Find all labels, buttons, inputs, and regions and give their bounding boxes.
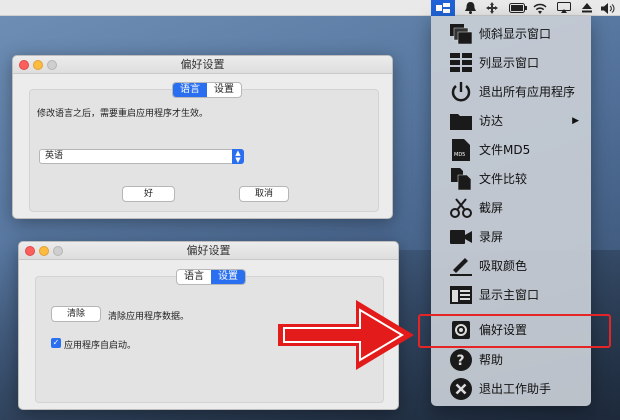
menu-item-quit-all[interactable]: 退出所有应用程序 bbox=[431, 77, 591, 106]
close-icon[interactable] bbox=[19, 60, 29, 70]
menu-item-label: 退出所有应用程序 bbox=[479, 85, 576, 99]
help-icon: ? bbox=[450, 348, 472, 371]
menu-bar bbox=[0, 0, 620, 16]
window-title: 偏好设置 bbox=[180, 58, 225, 71]
preferences-window-language: 偏好设置 语言 设置 修改语言之后，需要重启应用程序才生效。 英语 ▲ ▼ 好 取… bbox=[12, 55, 393, 219]
tab-switcher: 语言 设置 bbox=[172, 82, 242, 98]
menu-item-label: 截屏 bbox=[479, 201, 504, 215]
md5-file-icon: MD5 bbox=[450, 138, 472, 161]
menu-item-label: 文件比较 bbox=[479, 172, 528, 186]
menu-item-file-compare[interactable]: 文件比较 bbox=[431, 164, 591, 193]
cancel-button[interactable]: 取消 bbox=[239, 186, 289, 202]
clear-button[interactable]: 清除 bbox=[51, 306, 101, 322]
volume-icon[interactable] bbox=[600, 0, 618, 16]
menu-item-column-windows[interactable]: 列显示窗口 bbox=[431, 48, 591, 77]
svg-text:?: ? bbox=[457, 353, 465, 369]
clear-description: 清除应用程序数据。 bbox=[108, 312, 190, 322]
menu-item-label: 帮助 bbox=[479, 353, 504, 367]
menu-item-label: 倾斜显示窗口 bbox=[479, 27, 552, 41]
menu-item-finder[interactable]: 访达 ▶ bbox=[431, 106, 591, 135]
video-camera-icon bbox=[450, 226, 472, 248]
menu-item-label: 退出工作助手 bbox=[479, 382, 552, 396]
menu-item-pick-color[interactable]: 吸取颜色 bbox=[431, 251, 591, 280]
menu-item-screen-record[interactable]: 录屏 bbox=[431, 222, 591, 251]
menu-item-file-md5[interactable]: MD5 文件MD5 bbox=[431, 135, 591, 164]
restart-notice: 修改语言之后，需要重启应用程序才生效。 bbox=[37, 109, 209, 119]
menu-item-tilt-windows[interactable]: 倾斜显示窗口 bbox=[431, 19, 591, 48]
minimize-icon[interactable] bbox=[39, 246, 49, 256]
menu-item-label: 访达 bbox=[479, 114, 504, 128]
menu-item-help[interactable]: ? 帮助 bbox=[431, 345, 591, 374]
tab-settings[interactable]: 设置 bbox=[211, 270, 245, 284]
scissors-icon bbox=[450, 197, 472, 219]
annotation-arrow bbox=[278, 300, 414, 370]
autostart-label: 应用程序自启动。 bbox=[64, 341, 137, 351]
window-titlebar: 偏好设置 bbox=[13, 56, 392, 74]
tab-language[interactable]: 语言 bbox=[173, 83, 207, 97]
app-menu-icon[interactable] bbox=[431, 0, 455, 16]
main-window-icon bbox=[450, 284, 472, 306]
quit-icon bbox=[450, 377, 472, 400]
window-controls bbox=[19, 60, 57, 70]
submenu-arrow-icon: ▶ bbox=[572, 115, 579, 126]
wifi-icon[interactable] bbox=[532, 0, 548, 16]
bell-icon[interactable] bbox=[462, 0, 478, 16]
minimize-icon[interactable] bbox=[33, 60, 43, 70]
language-select[interactable]: 英语 ▲ ▼ bbox=[39, 149, 244, 164]
chevron-updown-icon: ▲ ▼ bbox=[232, 149, 244, 164]
language-select-value: 英语 bbox=[45, 151, 64, 161]
close-icon[interactable] bbox=[25, 246, 35, 256]
move-icon[interactable] bbox=[484, 0, 500, 16]
tilted-windows-icon bbox=[450, 23, 472, 45]
column-windows-icon bbox=[450, 52, 472, 74]
menu-item-label: 录屏 bbox=[479, 230, 504, 244]
folder-icon bbox=[450, 110, 472, 132]
menu-item-quit-assistant[interactable]: 退出工作助手 bbox=[431, 374, 591, 403]
menu-item-label: 列显示窗口 bbox=[479, 56, 540, 70]
tab-language[interactable]: 语言 bbox=[177, 270, 211, 284]
power-icon bbox=[450, 81, 472, 103]
zoom-icon[interactable] bbox=[53, 246, 63, 256]
tab-switcher: 语言 设置 bbox=[176, 269, 246, 285]
menu-item-label: 文件MD5 bbox=[479, 143, 531, 157]
window-controls bbox=[25, 246, 63, 256]
window-title: 偏好设置 bbox=[186, 244, 231, 257]
airplay-icon[interactable] bbox=[556, 0, 572, 16]
menu-item-label: 显示主窗口 bbox=[479, 288, 540, 302]
window-titlebar: 偏好设置 bbox=[19, 242, 398, 260]
ok-button[interactable]: 好 bbox=[122, 186, 175, 202]
menu-item-show-main[interactable]: 显示主窗口 bbox=[431, 280, 591, 309]
battery-icon[interactable] bbox=[508, 0, 528, 16]
annotation-highlight-box bbox=[418, 314, 611, 348]
menu-item-screenshot[interactable]: 截屏 bbox=[431, 193, 591, 222]
eyedropper-icon bbox=[450, 255, 472, 277]
autostart-checkbox[interactable]: ✓ bbox=[51, 338, 61, 348]
zoom-icon[interactable] bbox=[47, 60, 57, 70]
eject-icon[interactable] bbox=[580, 0, 594, 16]
tab-settings[interactable]: 设置 bbox=[207, 83, 241, 97]
compare-files-icon bbox=[450, 167, 472, 190]
svg-text:MD5: MD5 bbox=[454, 152, 465, 158]
menu-item-label: 吸取颜色 bbox=[479, 259, 528, 273]
